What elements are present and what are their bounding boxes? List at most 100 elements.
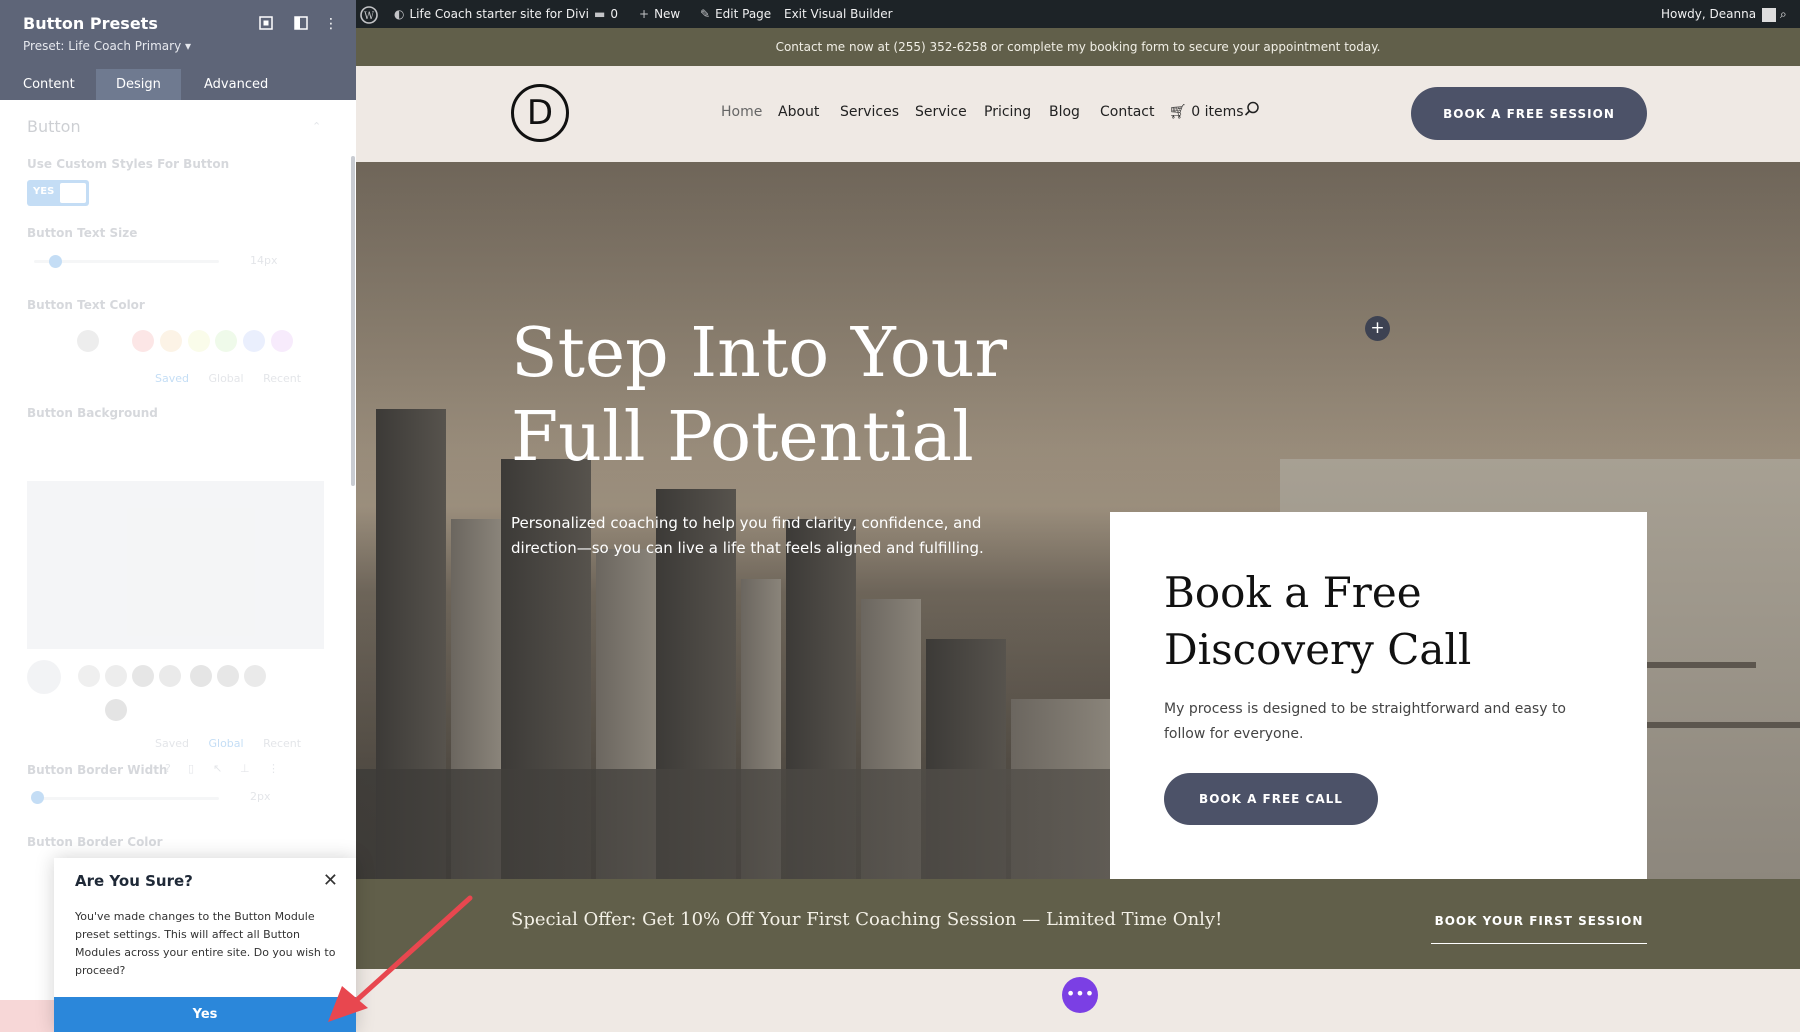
yes-button[interactable]: Yes [54,997,356,1032]
border-width-slider-handle[interactable] [31,791,44,804]
tab-advanced[interactable]: Advanced [184,69,288,100]
toggle-label: YES [33,186,55,197]
search-icon[interactable]: ⌕ [1780,0,1787,28]
nav-item-contact[interactable]: Contact [1100,104,1154,120]
color-swatch-blue[interactable] [243,330,265,352]
color-tab-saved[interactable]: Saved [155,372,189,385]
wordpress-logo-icon[interactable]: W [360,0,378,28]
comment-icon: ▬ [594,7,606,21]
panel-title: Button Presets [23,14,158,33]
color-swatch-red[interactable] [132,330,154,352]
site-name: Life Coach starter site for Divi [409,7,589,21]
panel-scrollbar[interactable] [351,156,355,486]
background-preview[interactable] [27,481,324,649]
border-color-label: Button Border Color [27,835,163,849]
pencil-icon: ✎ [700,7,711,21]
color-swatch-purple[interactable] [271,330,293,352]
nav-item-pricing[interactable]: Pricing [984,104,1031,120]
bg-swatch-4[interactable] [159,665,181,687]
bg-swatch-1[interactable] [78,665,100,687]
tab-design[interactable]: Design [96,69,181,100]
bg-tab-saved[interactable]: Saved [155,737,189,750]
new-link[interactable]: + New [639,0,680,28]
help-icon[interactable]: ? [165,762,171,775]
nav-item-about[interactable]: About [778,104,819,120]
dashboard-icon: ◐ [394,7,405,21]
bg-swatch-5[interactable] [190,665,212,687]
comment-count: 0 [610,7,618,21]
color-swatch-yellow[interactable] [188,330,210,352]
book-first-session-link[interactable]: BOOK YOUR FIRST SESSION [1431,914,1647,944]
cart-link[interactable]: 🛒︎ 0 items [1169,104,1244,120]
pin-icon[interactable]: ⊥ [240,762,250,775]
search-icon[interactable] [1244,101,1262,119]
book-free-call-button[interactable]: BOOK A FREE CALL [1164,773,1378,825]
border-width-value[interactable]: 2px [250,786,271,808]
color-tab-recent[interactable]: Recent [263,372,301,385]
bg-tab-recent[interactable]: Recent [263,737,301,750]
site-logo[interactable]: D [511,84,569,142]
text-color-label: Button Text Color [27,298,145,312]
card-text: My process is designed to be straightfor… [1164,701,1566,742]
bg-tabs: Saved Global Recent [155,737,317,750]
confirm-dialog: Are You Sure? ✕ You've made changes to t… [54,858,356,1032]
svg-text:W: W [364,11,375,22]
howdy-label: Howdy, Deanna [1661,7,1757,21]
eyedropper-icon[interactable] [27,660,61,694]
text-size-label: Button Text Size [27,226,138,240]
field-options-icon[interactable]: ⋮ [268,762,279,775]
cart-icon: 🛒︎ [1169,104,1192,120]
bg-swatch-6[interactable] [217,665,239,687]
device-icon[interactable]: ▯ [188,762,194,775]
discard-button[interactable] [0,1000,54,1032]
text-size-value[interactable]: 14px [250,250,278,272]
border-width-label: Button Border Width [27,763,168,777]
special-offer-bar: Special Offer: Get 10% Off Your First Co… [356,879,1800,969]
edit-page-link[interactable]: ✎ Edit Page [700,0,771,28]
bg-swatch-2[interactable] [105,665,127,687]
fullscreen-icon[interactable] [258,16,274,32]
bg-swatch-3[interactable] [132,665,154,687]
nav-item-services[interactable]: Services [840,104,899,120]
hero-title-line-1: Step Into Your [511,314,1008,393]
color-tab-global[interactable]: Global [208,372,243,385]
color-swatch-gray[interactable] [77,330,99,352]
color-swatch-green[interactable] [215,330,237,352]
cart-count: 0 items [1191,104,1244,120]
exit-builder-link[interactable]: Exit Visual Builder [784,0,893,28]
chevron-up-icon[interactable]: ⌃ [312,120,321,133]
text-size-slider-handle[interactable] [49,255,62,268]
comments-link[interactable]: ▬ 0 [594,0,618,28]
add-module-icon[interactable]: + [1365,316,1390,341]
wp-admin-bar: W ◐ Life Coach starter site for Divi ▬ 0 +… [356,0,1800,28]
panel-tabs: Content Design Advanced [0,69,356,100]
tab-content[interactable]: Content [3,69,95,100]
nav-item-blog[interactable]: Blog [1049,104,1080,120]
site-name-link[interactable]: ◐ Life Coach starter site for Divi [394,0,589,28]
nav-item-service[interactable]: Service [915,104,967,120]
border-width-slider[interactable] [34,797,219,800]
toggle-knob [60,183,86,203]
hero-title-line-2: Full Potential [511,398,974,477]
hero-subtitle: Personalized coaching to help you find c… [511,514,984,557]
more-options-icon[interactable]: ⋮ [323,16,339,32]
close-icon[interactable]: ✕ [323,870,338,891]
bg-swatch-8[interactable] [105,699,127,721]
contact-topbar: Contact me now at (255) 352-6258 or comp… [356,28,1800,66]
split-view-icon[interactable] [293,16,309,32]
color-swatch-orange[interactable] [160,330,182,352]
user-menu[interactable]: Howdy, Deanna [1661,0,1777,28]
nav-item-home[interactable]: Home [721,104,762,120]
builder-more-icon[interactable]: ••• [1062,977,1098,1013]
preset-selector[interactable]: Preset: Life Coach Primary ▾ [23,39,191,53]
book-free-session-button[interactable]: BOOK A FREE SESSION [1411,87,1647,140]
avatar [1762,7,1777,22]
hover-icon[interactable]: ↖ [213,762,222,775]
plus-icon: + [639,7,650,21]
color-tabs: Saved Global Recent [155,372,317,385]
section-title-button[interactable]: Button [27,117,81,136]
bg-swatch-7[interactable] [244,665,266,687]
custom-styles-toggle[interactable]: YES [27,180,89,206]
dialog-title: Are You Sure? [75,872,193,890]
bg-tab-global[interactable]: Global [208,737,243,750]
